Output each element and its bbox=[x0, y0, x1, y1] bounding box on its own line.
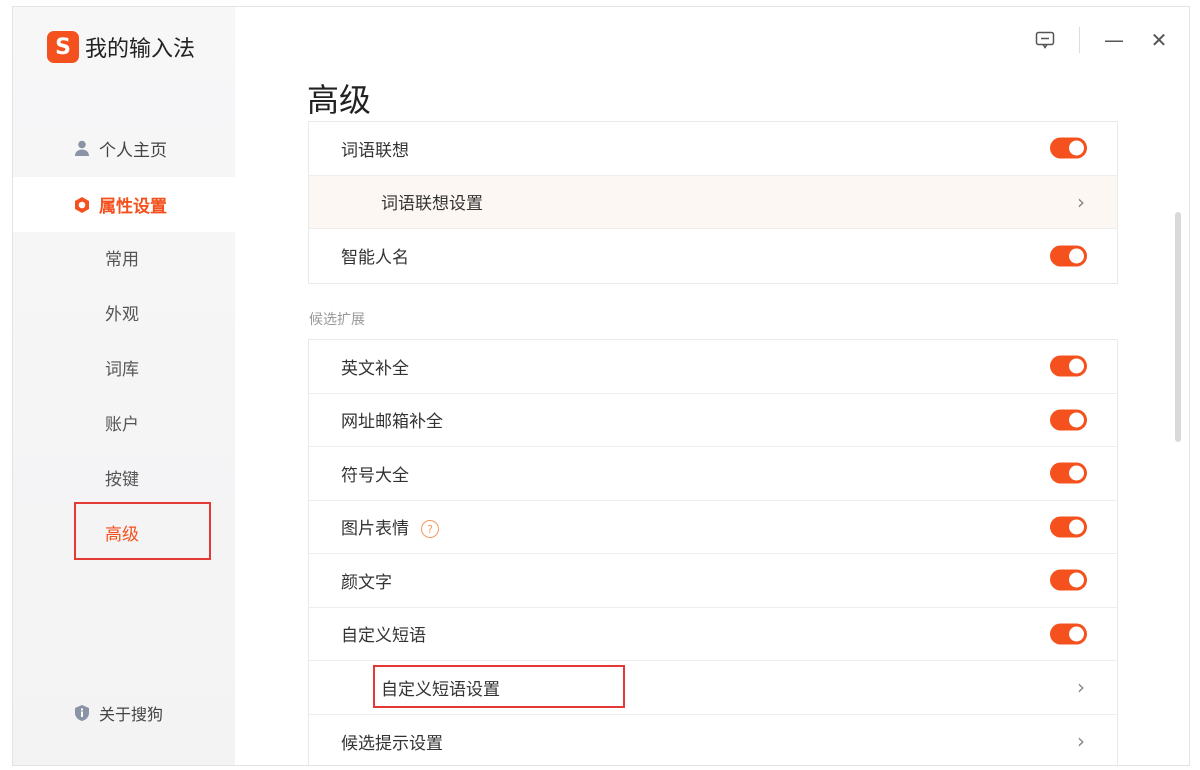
feedback-icon[interactable] bbox=[1032, 29, 1058, 51]
page-title: 高级 bbox=[307, 81, 372, 119]
chevron-right-icon: › bbox=[1077, 675, 1085, 700]
setting-label-text: 图片表情 bbox=[341, 519, 409, 540]
setting-label: 词语联想设置 bbox=[381, 194, 483, 215]
scrollbar-thumb[interactable] bbox=[1175, 212, 1181, 442]
sidebar-item-label: 属性设置 bbox=[99, 197, 167, 217]
smart-names-toggle[interactable] bbox=[1050, 245, 1087, 267]
sidebar-item-account[interactable]: 账户 bbox=[13, 397, 235, 447]
image-emoji-toggle[interactable] bbox=[1050, 516, 1087, 538]
kaomoji-toggle[interactable] bbox=[1050, 569, 1087, 591]
english-completion-toggle[interactable] bbox=[1050, 355, 1087, 377]
shield-info-icon bbox=[75, 705, 89, 721]
sidebar-item-common[interactable]: 常用 bbox=[13, 232, 235, 282]
setting-row-custom-phrases: 自定义短语 bbox=[309, 608, 1117, 661]
sidebar-item-properties[interactable]: 属性设置 bbox=[13, 177, 235, 232]
setting-row-image-emoji: 图片表情? bbox=[309, 501, 1117, 554]
sidebar-item-dictionary[interactable]: 词库 bbox=[13, 342, 235, 392]
setting-label: 英文补全 bbox=[341, 358, 409, 379]
symbols-toggle[interactable] bbox=[1050, 462, 1087, 484]
settings-window: S 我的输入法 个人主页 属性设置 常用 外观 词库 账户 按键 高级 关于搜狗… bbox=[12, 6, 1190, 766]
url-email-completion-toggle[interactable] bbox=[1050, 409, 1087, 431]
setting-row-smart-names: 智能人名 bbox=[309, 229, 1117, 283]
setting-label: 网址邮箱补全 bbox=[341, 412, 443, 433]
close-button[interactable]: ✕ bbox=[1146, 28, 1172, 52]
sidebar: S 我的输入法 个人主页 属性设置 常用 外观 词库 账户 按键 高级 关于搜狗 bbox=[13, 7, 235, 765]
app-logo: S 我的输入法 bbox=[47, 31, 195, 63]
sidebar-item-label: 个人主页 bbox=[99, 140, 167, 161]
setting-label: 颜文字 bbox=[341, 572, 392, 593]
setting-row-symbols: 符号大全 bbox=[309, 447, 1117, 501]
annotation-highlight-box bbox=[373, 665, 625, 708]
setting-row-kaomoji: 颜文字 bbox=[309, 554, 1117, 608]
settings-card-association: 词语联想 词语联想设置 › 智能人名 bbox=[308, 121, 1118, 284]
setting-label: 候选提示设置 bbox=[341, 733, 443, 754]
setting-label: 词语联想 bbox=[341, 140, 409, 161]
sidebar-item-profile[interactable]: 个人主页 bbox=[13, 123, 235, 173]
help-icon[interactable]: ? bbox=[421, 520, 439, 539]
minimize-button[interactable]: — bbox=[1101, 28, 1127, 52]
setting-label: 自定义短语 bbox=[341, 626, 426, 647]
user-icon bbox=[75, 140, 89, 156]
setting-row-english-completion: 英文补全 bbox=[309, 340, 1117, 394]
titlebar-divider bbox=[1079, 27, 1080, 53]
sidebar-item-appearance[interactable]: 外观 bbox=[13, 287, 235, 337]
word-association-toggle[interactable] bbox=[1050, 137, 1087, 159]
chevron-right-icon: › bbox=[1077, 729, 1085, 754]
about-sogou-link[interactable]: 关于搜狗 bbox=[73, 701, 163, 725]
chevron-right-icon: › bbox=[1077, 189, 1085, 214]
custom-phrases-toggle[interactable] bbox=[1050, 623, 1087, 645]
app-title: 我的输入法 bbox=[85, 37, 196, 62]
sidebar-item-keys[interactable]: 按键 bbox=[13, 452, 235, 502]
setting-label: 图片表情? bbox=[341, 514, 439, 539]
setting-row-word-association: 词语联想 bbox=[309, 122, 1117, 176]
setting-label: 符号大全 bbox=[341, 465, 409, 486]
section-label-candidate-extension: 候选扩展 bbox=[309, 312, 365, 328]
about-label: 关于搜狗 bbox=[99, 705, 164, 724]
gear-icon bbox=[75, 196, 89, 213]
annotation-highlight-box bbox=[74, 502, 211, 560]
sogou-logo-icon: S bbox=[47, 31, 79, 63]
setting-row-candidate-hint-settings[interactable]: 候选提示设置 › bbox=[309, 715, 1117, 766]
setting-row-word-association-settings[interactable]: 词语联想设置 › bbox=[309, 175, 1117, 229]
setting-row-url-email-completion: 网址邮箱补全 bbox=[309, 394, 1117, 447]
setting-label: 智能人名 bbox=[341, 248, 409, 269]
